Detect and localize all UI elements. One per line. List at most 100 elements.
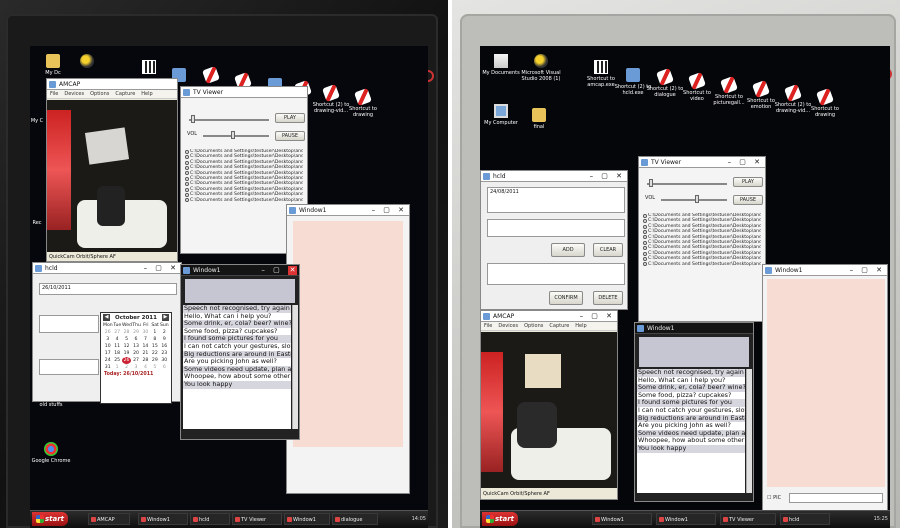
calendar-day[interactable]: 8 bbox=[150, 336, 159, 343]
calendar-day[interactable]: 16 bbox=[160, 343, 169, 350]
volume-slider[interactable] bbox=[203, 135, 269, 137]
text-field[interactable] bbox=[39, 359, 99, 375]
pause-button[interactable]: PAUSE bbox=[275, 131, 305, 141]
calendar-day[interactable]: 19 bbox=[122, 350, 131, 357]
calendar-dropdown[interactable]: ◀ October 2011 ▶ Mon Tue Wed Thu Fri Sat Sun 2… bbox=[100, 312, 172, 404]
calendar-day[interactable]: 27 bbox=[131, 357, 140, 364]
calendar-day[interactable]: 1 bbox=[112, 364, 121, 371]
radio-icon[interactable] bbox=[643, 256, 647, 261]
window1-chat[interactable]: Window1 Speech not recognised, try again… bbox=[634, 322, 754, 502]
calendar-day[interactable]: 29 bbox=[150, 357, 159, 364]
window-controls[interactable]: – ▢ ✕ bbox=[144, 263, 179, 274]
calendar-day[interactable]: 6 bbox=[160, 364, 169, 371]
volume-slider[interactable] bbox=[661, 199, 727, 201]
file-list[interactable]: C:\Documents and Settings\testuser\Deskt… bbox=[643, 213, 761, 271]
task-tv-viewer[interactable]: TV Viewer bbox=[232, 513, 282, 525]
clear-button[interactable]: CLEAR bbox=[593, 243, 623, 257]
menu-devices[interactable]: Devices bbox=[64, 91, 84, 97]
desktop-icon[interactable]: Microsoft Visual Studio 2008 (1) bbox=[520, 54, 562, 82]
desktop-icon[interactable]: Google Chrome bbox=[30, 442, 76, 464]
seek-slider[interactable] bbox=[647, 183, 727, 185]
date-picker[interactable]: 26/10/2011 bbox=[39, 283, 177, 295]
calendar-day[interactable]: 28 bbox=[122, 329, 131, 336]
task-window1[interactable]: Window1 bbox=[284, 513, 330, 525]
calendar-day[interactable]: 25 bbox=[112, 357, 121, 364]
seek-slider[interactable] bbox=[189, 119, 269, 121]
radio-icon[interactable] bbox=[185, 198, 189, 203]
radio-icon[interactable] bbox=[185, 192, 189, 197]
seek-thumb[interactable] bbox=[649, 179, 653, 187]
desktop-icon[interactable]: Shortcut to drawing bbox=[804, 88, 846, 118]
text-field[interactable] bbox=[487, 219, 625, 237]
task-hcld[interactable]: hcld bbox=[780, 513, 830, 525]
radio-icon[interactable] bbox=[643, 219, 647, 224]
menu-file[interactable]: File bbox=[50, 91, 58, 97]
calendar-day[interactable]: 21 bbox=[141, 350, 150, 357]
calendar-day[interactable]: 7 bbox=[141, 336, 150, 343]
start-button[interactable]: start bbox=[482, 512, 518, 526]
menu-options[interactable]: Options bbox=[524, 323, 543, 329]
seek-thumb[interactable] bbox=[191, 115, 195, 123]
file-list[interactable]: C:\Documents and Settings\testuser\Deskt… bbox=[185, 149, 303, 209]
dialogue-line[interactable]: You look happy bbox=[183, 380, 291, 389]
window-controls[interactable]: – ▢ ✕ bbox=[850, 265, 885, 276]
calendar-day[interactable]: 2 bbox=[122, 364, 131, 371]
radio-icon[interactable] bbox=[185, 165, 189, 170]
radio-icon[interactable] bbox=[185, 182, 189, 187]
amcap-window[interactable]: AMCAP – ▢ ✕ File Devices Options Capture Help… bbox=[480, 310, 618, 500]
radio-icon[interactable] bbox=[185, 149, 189, 154]
task-tv-viewer[interactable]: TV Viewer bbox=[720, 513, 776, 525]
add-button[interactable]: ADD bbox=[551, 243, 585, 257]
dialogue-list[interactable]: Speech not recognised, try again pleaHel… bbox=[183, 305, 291, 429]
dialogue-list[interactable]: Speech not recognised, try again pleaHel… bbox=[637, 369, 745, 493]
menu-capture[interactable]: Capture bbox=[115, 91, 135, 97]
desktop-icon[interactable]: final bbox=[518, 108, 560, 130]
pic-field[interactable] bbox=[789, 493, 883, 503]
calendar-day[interactable]: 13 bbox=[131, 343, 140, 350]
menu-capture[interactable]: Capture bbox=[549, 323, 569, 329]
calendar-day[interactable]: 5 bbox=[150, 364, 159, 371]
desktop-icon[interactable]: Shortcut to drawing bbox=[342, 88, 384, 118]
scrollbar[interactable] bbox=[292, 305, 298, 429]
task-window1[interactable]: Window1 bbox=[656, 513, 716, 525]
radio-icon[interactable] bbox=[643, 229, 647, 234]
calendar-day[interactable]: 30 bbox=[141, 329, 150, 336]
calendar-day[interactable]: 17 bbox=[103, 350, 112, 357]
window-controls[interactable]: – ▢ ✕ bbox=[580, 311, 615, 322]
menu-devices[interactable]: Devices bbox=[498, 323, 518, 329]
calendar-day[interactable]: 3 bbox=[103, 336, 112, 343]
calendar-day[interactable]: 22 bbox=[150, 350, 159, 357]
calendar-day[interactable]: 3 bbox=[131, 364, 140, 371]
input-area[interactable] bbox=[185, 279, 295, 303]
calendar-day[interactable]: 6 bbox=[131, 336, 140, 343]
calendar-day[interactable]: 10 bbox=[103, 343, 112, 350]
calendar-day[interactable]: 4 bbox=[112, 336, 121, 343]
calendar-day[interactable]: 29 bbox=[131, 329, 140, 336]
radio-icon[interactable] bbox=[643, 235, 647, 240]
task-dialogue[interactable]: dialogue bbox=[332, 513, 378, 525]
task-amcap[interactable]: AMCAP bbox=[88, 513, 130, 525]
desktop-icon[interactable]: My Computer bbox=[480, 104, 522, 126]
window-controls[interactable]: – ▢ ✕ bbox=[261, 265, 297, 276]
radio-icon[interactable] bbox=[185, 187, 189, 192]
radio-icon[interactable] bbox=[643, 213, 647, 218]
desktop-icon[interactable]: My C bbox=[30, 118, 44, 124]
pause-button[interactable]: PAUSE bbox=[733, 195, 763, 205]
dialogue-line[interactable]: You look happy bbox=[637, 444, 745, 453]
prev-month-button[interactable]: ◀ bbox=[103, 314, 110, 321]
radio-icon[interactable] bbox=[643, 224, 647, 229]
window-controls[interactable]: – ▢ ✕ bbox=[728, 157, 763, 168]
volume-thumb[interactable] bbox=[695, 195, 700, 203]
window1-blank[interactable]: Window1– ▢ ✕ bbox=[286, 204, 410, 494]
desktop-icon[interactable]: Rec bbox=[30, 220, 44, 226]
calendar-day[interactable]: 2 bbox=[160, 329, 169, 336]
calendar-day[interactable]: 18 bbox=[112, 350, 121, 357]
calendar-day[interactable]: 20 bbox=[131, 350, 140, 357]
hcld-window[interactable]: hcld – ▢ ✕ 24/08/2011 ADD CLEAR CONFIRM D… bbox=[480, 170, 628, 310]
play-button[interactable]: PLAY bbox=[733, 177, 763, 187]
window1-chat[interactable]: Window1– ▢ ✕ Speech not recognised, try … bbox=[180, 264, 300, 440]
task-window1[interactable]: Window1 bbox=[138, 513, 188, 525]
menu-file[interactable]: File bbox=[484, 323, 492, 329]
calendar-days[interactable]: 26 27 28 29 30 1 2 3 4 5 6 7 8 9 10 11 12 13 14 15 16 17 18 19 2… bbox=[101, 329, 171, 371]
calendar-day[interactable]: 23 bbox=[160, 350, 169, 357]
